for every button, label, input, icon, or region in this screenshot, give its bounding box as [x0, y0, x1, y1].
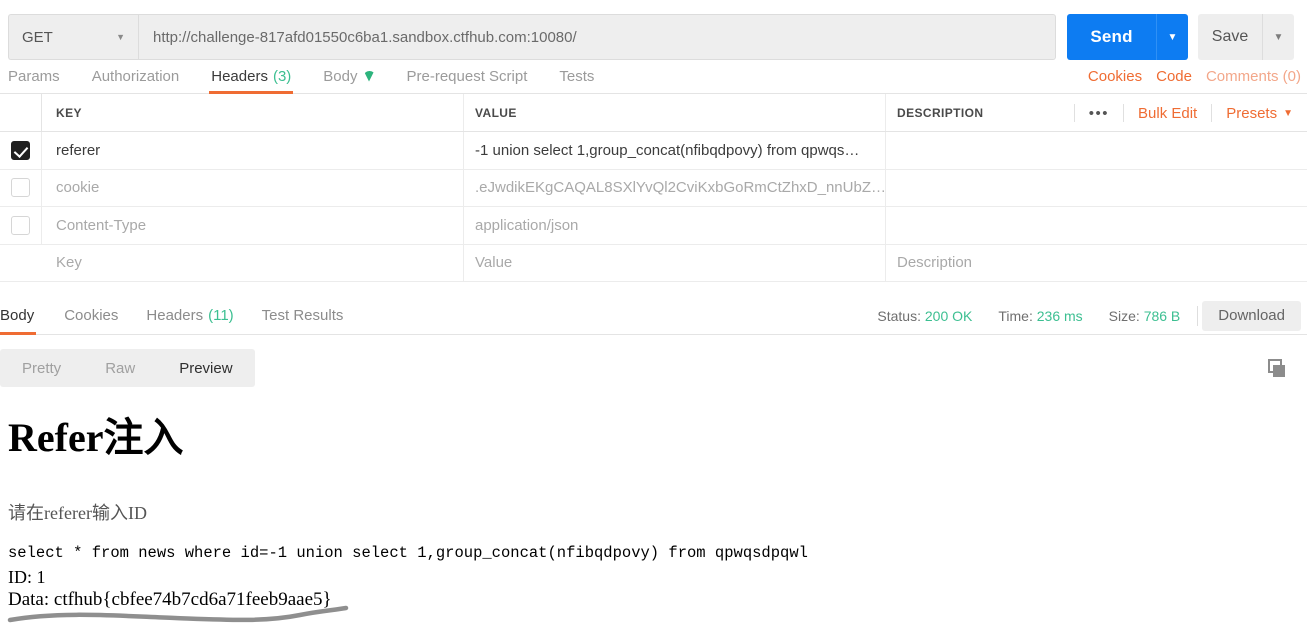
- new-row-description-input[interactable]: Description: [886, 245, 1307, 282]
- tab-label: Test Results: [261, 306, 344, 324]
- view-mode-raw[interactable]: Raw: [83, 349, 157, 387]
- request-url-bar: GET ▼ http://challenge-817afd01550c6ba1.…: [0, 0, 1307, 66]
- status-badge: Status: 200 OK: [864, 308, 985, 324]
- table-row[interactable]: referer -1 union select 1,group_concat(n…: [0, 132, 1307, 170]
- size-badge: Size: 786 B: [1096, 308, 1194, 324]
- new-row-value-input[interactable]: Value: [464, 244, 886, 281]
- postman-window: GET ▼ http://challenge-817afd01550c6ba1.…: [0, 0, 1307, 643]
- row-description[interactable]: [886, 132, 1307, 169]
- url-input[interactable]: http://challenge-817afd01550c6ba1.sandbo…: [138, 14, 1056, 60]
- header-check-col: [0, 94, 42, 131]
- link-comments[interactable]: Comments (0): [1206, 68, 1301, 85]
- send-group: Send ▼: [1067, 14, 1188, 60]
- status-label: Status:: [877, 307, 921, 324]
- tab-tests[interactable]: Tests: [543, 58, 610, 94]
- response-meta: Status: 200 OK Time: 236 ms Size: 786 B …: [864, 296, 1307, 335]
- row-value[interactable]: application/json: [464, 207, 886, 244]
- table-row[interactable]: Content-Type application/json: [0, 207, 1307, 245]
- status-value: 200 OK: [924, 307, 973, 324]
- presets-label: Presets: [1226, 104, 1278, 122]
- tab-label: Tests: [559, 67, 595, 85]
- save-button[interactable]: Save: [1198, 14, 1262, 60]
- http-method-select[interactable]: GET ▼: [8, 14, 138, 60]
- sql-query-text: select * from news where id=-1 union sel…: [8, 544, 808, 562]
- time-value: 236 ms: [1036, 307, 1083, 324]
- row-checkbox-cell[interactable]: [0, 132, 42, 169]
- row-description[interactable]: [886, 207, 1307, 244]
- response-tab-test-results[interactable]: Test Results: [248, 296, 358, 335]
- response-tab-body[interactable]: Body: [0, 296, 50, 335]
- view-mode-preview[interactable]: Preview: [157, 349, 254, 387]
- annotation-underline: [7, 605, 349, 623]
- tab-count: (11): [208, 306, 234, 324]
- row-value[interactable]: -1 union select 1,group_concat(nfibqdpov…: [464, 132, 886, 169]
- tab-label: Authorization: [91, 67, 180, 85]
- save-group: Save ▼: [1198, 14, 1294, 60]
- link-cookies[interactable]: Cookies: [1088, 68, 1142, 85]
- response-view-controls: Pretty Raw Preview: [0, 348, 1307, 388]
- tab-label: Params: [8, 67, 60, 85]
- tab-label: Body: [323, 67, 358, 85]
- copy-icon[interactable]: [1265, 358, 1287, 380]
- size-value: 786 B: [1143, 307, 1181, 324]
- chevron-down-icon: ▼: [116, 32, 125, 42]
- headers-table-actions: ••• Bulk Edit Presets ▼: [1073, 94, 1307, 132]
- send-button[interactable]: Send: [1067, 14, 1156, 60]
- time-badge: Time: 236 ms: [985, 308, 1095, 324]
- tab-count: (3): [272, 67, 292, 85]
- presets-button[interactable]: Presets ▼: [1212, 105, 1307, 122]
- tab-label: Headers: [211, 67, 268, 85]
- tab-label: Headers: [146, 306, 204, 324]
- row-key[interactable]: cookie: [42, 169, 464, 206]
- bulk-edit-button[interactable]: Bulk Edit: [1124, 105, 1211, 122]
- column-header-key: KEY: [42, 94, 464, 131]
- row-value[interactable]: .eJwdikEKgCAQAL8SXlYvQl2CviKxbGoRmCtZhxD…: [464, 169, 886, 206]
- headers-table: KEY VALUE DESCRIPTION ••• Bulk Edit Pres…: [0, 94, 1307, 282]
- save-options-chevron-down-icon[interactable]: ▼: [1262, 14, 1294, 60]
- more-actions-icon[interactable]: •••: [1075, 105, 1123, 122]
- response-tab-cookies[interactable]: Cookies: [50, 296, 132, 335]
- table-row[interactable]: cookie .eJwdikEKgCAQAL8SXlYvQl2CviKxbGoR…: [0, 169, 1307, 207]
- row-description[interactable]: [886, 170, 1307, 207]
- active-tab-underline: [0, 331, 37, 335]
- http-method-label: GET: [22, 28, 53, 46]
- tab-label: Cookies: [64, 306, 119, 324]
- column-header-value: VALUE: [464, 94, 886, 131]
- tab-body[interactable]: Body: [307, 58, 390, 94]
- table-row-new[interactable]: Key Value Description: [0, 244, 1307, 282]
- tab-authorization[interactable]: Authorization: [76, 58, 196, 94]
- page-subtitle: 请在referer输入ID: [8, 503, 147, 523]
- chevron-down-icon: ▼: [1283, 107, 1293, 119]
- tab-params[interactable]: Params: [0, 58, 76, 94]
- row-checkbox[interactable]: [11, 140, 30, 160]
- response-preview-iframe: Refer注入 请在referer输入ID select * from news…: [0, 392, 1307, 643]
- page-title: Refer注入: [8, 415, 184, 460]
- row-checkbox-cell[interactable]: [0, 169, 42, 206]
- row-checkbox[interactable]: [11, 178, 30, 198]
- view-mode-segment: Pretty Raw Preview: [0, 349, 255, 387]
- divider: [1197, 305, 1199, 326]
- row-checkbox[interactable]: [11, 215, 30, 235]
- tab-label: Pre-request Script: [406, 67, 528, 85]
- tab-headers[interactable]: Headers (3): [195, 58, 307, 94]
- tab-label: Body: [0, 306, 35, 324]
- row-checkbox-cell: [0, 245, 42, 282]
- new-row-key-input[interactable]: Key: [42, 244, 464, 281]
- headers-table-header-row: KEY VALUE DESCRIPTION ••• Bulk Edit Pres…: [0, 94, 1307, 132]
- request-tab-bar-links: Cookies Code Comments (0): [1088, 58, 1307, 94]
- link-code[interactable]: Code: [1156, 68, 1192, 85]
- result-id-line: ID: 1: [8, 567, 46, 587]
- body-present-indicator-icon: [363, 70, 375, 82]
- row-key[interactable]: referer: [42, 132, 464, 169]
- time-label: Time:: [998, 307, 1033, 324]
- view-mode-pretty[interactable]: Pretty: [0, 349, 83, 387]
- url-text: http://challenge-817afd01550c6ba1.sandbo…: [153, 28, 577, 46]
- send-options-chevron-down-icon[interactable]: ▼: [1156, 14, 1188, 60]
- tab-pre-request-script[interactable]: Pre-request Script: [391, 58, 544, 94]
- size-label: Size:: [1108, 307, 1140, 324]
- response-tab-headers[interactable]: Headers (11): [132, 296, 247, 335]
- row-checkbox-cell[interactable]: [0, 207, 42, 244]
- row-key[interactable]: Content-Type: [42, 207, 464, 244]
- download-button[interactable]: Download: [1202, 300, 1301, 331]
